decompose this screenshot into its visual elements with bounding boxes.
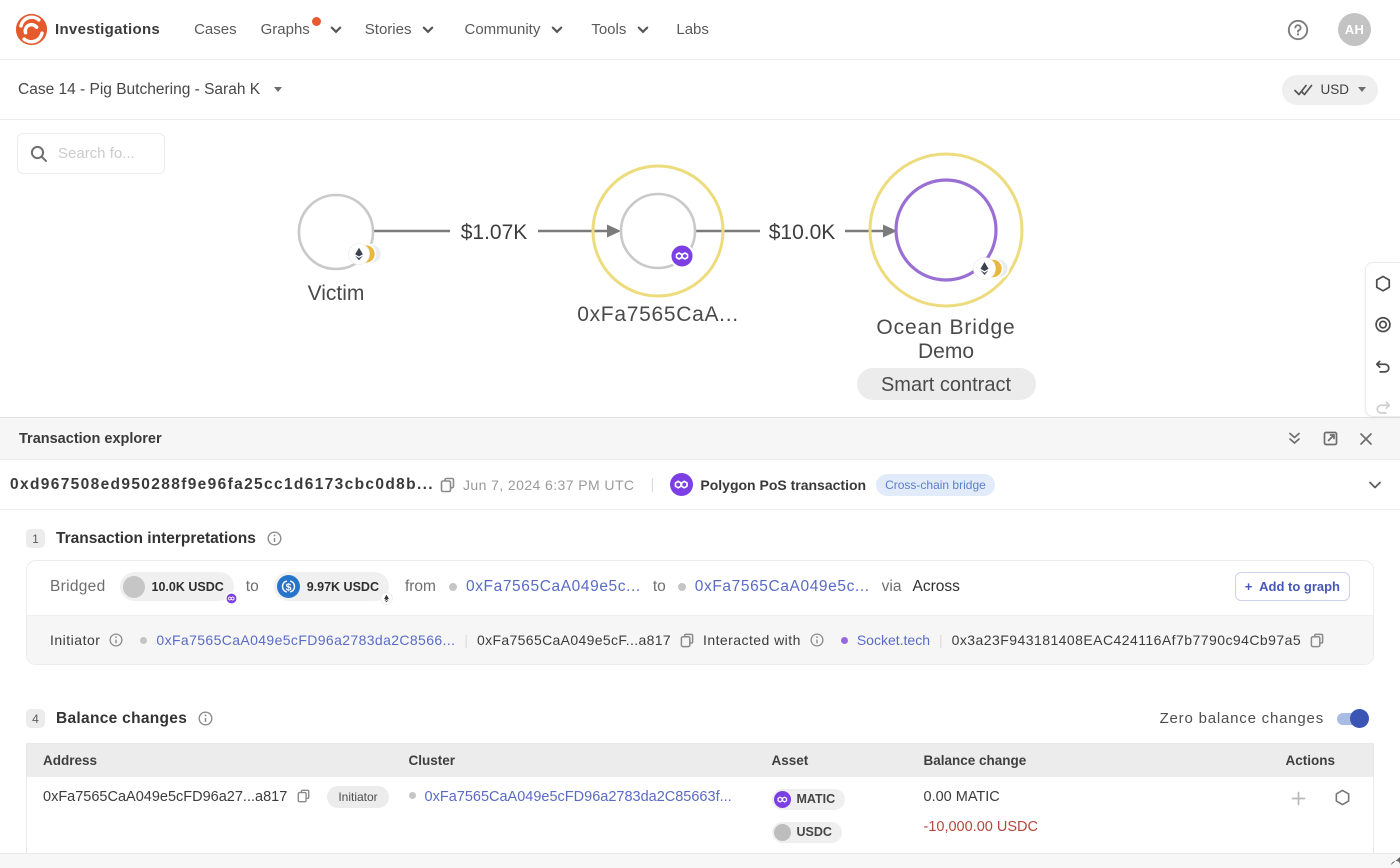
svg-text:$: $ [285, 581, 291, 593]
svg-text:0xFa7565CaA...: 0xFa7565CaA... [577, 303, 739, 326]
svg-text:Demo: Demo [918, 340, 974, 363]
svg-text:Smart contract: Smart contract [881, 374, 1011, 396]
svg-text:$10.0K: $10.0K [769, 221, 836, 244]
svg-text:Victim: Victim [308, 282, 365, 305]
svg-text:Ocean Bridge: Ocean Bridge [876, 316, 1015, 339]
svg-text:$1.07K: $1.07K [461, 221, 528, 244]
